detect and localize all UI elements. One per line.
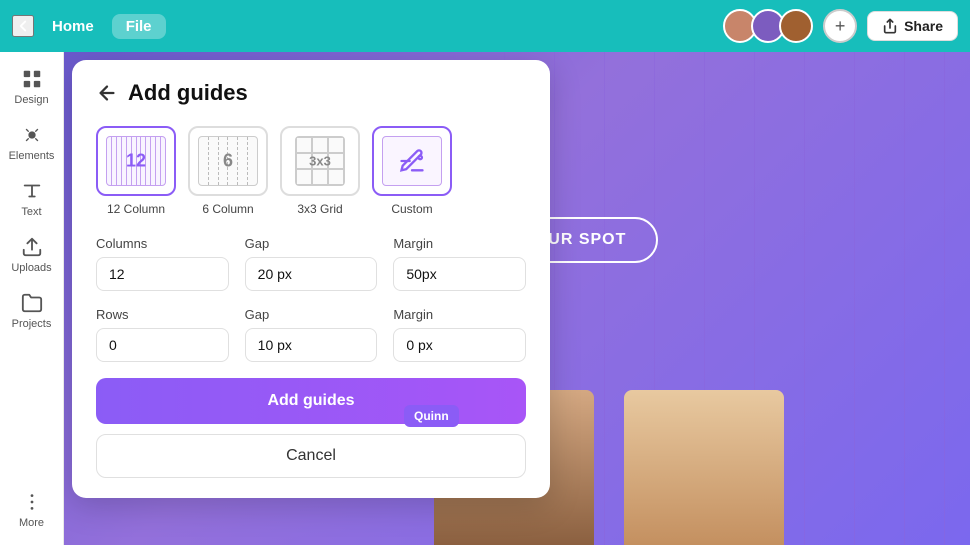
avatar-user-3 (779, 9, 813, 43)
topbar-right: + Share (723, 9, 958, 43)
rows-form-row: Rows Gap Margin (96, 307, 526, 362)
col12-num: 12 (126, 151, 146, 172)
col6-preview: 6 (198, 136, 258, 186)
dialog-header: Add guides (96, 80, 526, 106)
guide-type-12col[interactable]: 12 12 Column (96, 126, 176, 216)
share-button[interactable]: Share (867, 11, 958, 41)
main-area: Design Elements Text Uploads Projects Mo… (0, 52, 970, 545)
share-label: Share (904, 18, 943, 34)
columns-form-row: Columns Gap Margin (96, 236, 526, 291)
sidebar-item-elements[interactable]: Elements (4, 116, 60, 170)
guide-type-custom[interactable]: Custom (372, 126, 452, 216)
rows-gap-input[interactable] (245, 328, 378, 362)
canvas-area: our brand BOOK YOUR SPOT r Speakers Add … (64, 52, 970, 545)
share-icon (882, 18, 898, 34)
columns-gap-label: Gap (245, 236, 378, 251)
elements-icon (21, 124, 43, 146)
sidebar-item-more[interactable]: More (4, 483, 60, 537)
rows-gap-group: Gap (245, 307, 378, 362)
folder-icon (21, 292, 43, 314)
sidebar-projects-label: Projects (12, 318, 52, 330)
guide-type-6col-box: 6 (188, 126, 268, 196)
dialog-title: Add guides (128, 80, 248, 106)
guide-type-12col-label: 12 Column (107, 202, 165, 216)
sidebar-design-label: Design (14, 94, 48, 106)
columns-margin-group: Margin (393, 236, 526, 291)
upload-icon (21, 236, 43, 258)
sidebar-item-projects[interactable]: Projects (4, 284, 60, 338)
columns-margin-label: Margin (393, 236, 526, 251)
guide-type-3x3-box: 3x3 (280, 126, 360, 196)
col12-preview: 12 (106, 136, 166, 186)
more-icon (21, 491, 43, 513)
rows-margin-input[interactable] (393, 328, 526, 362)
topbar: Home File + Share (0, 0, 970, 52)
home-button[interactable]: Home (44, 14, 102, 39)
columns-gap-input[interactable] (245, 257, 378, 291)
guide-type-custom-box (372, 126, 452, 196)
custom-preview (382, 136, 442, 186)
guide-type-12col-box: 12 (96, 126, 176, 196)
guide-type-6col-label: 6 Column (202, 202, 253, 216)
guide-type-3x3[interactable]: 3x3 3x3 Grid (280, 126, 360, 216)
columns-input[interactable] (96, 257, 229, 291)
sidebar: Design Elements Text Uploads Projects Mo… (0, 52, 64, 545)
sidebar-text-label: Text (21, 206, 41, 218)
sidebar-more-label: More (19, 517, 44, 529)
columns-group: Columns (96, 236, 229, 291)
col6-num: 6 (223, 151, 233, 172)
guide-type-6col[interactable]: 6 6 Column (188, 126, 268, 216)
avatar-group (723, 9, 813, 43)
plus-icon: + (835, 16, 846, 37)
dialog-back-button[interactable] (96, 82, 118, 104)
cancel-button[interactable]: Cancel (96, 434, 526, 478)
back-icon (96, 82, 118, 104)
rows-margin-group: Margin (393, 307, 526, 362)
sidebar-item-design[interactable]: Design (4, 60, 60, 114)
add-user-button[interactable]: + (823, 9, 857, 43)
guide-type-custom-label: Custom (391, 202, 432, 216)
text-icon (21, 180, 43, 202)
rows-margin-label: Margin (393, 307, 526, 322)
grid-icon (21, 68, 43, 90)
sidebar-elements-label: Elements (9, 150, 55, 162)
back-button[interactable] (12, 15, 34, 37)
rows-label: Rows (96, 307, 229, 322)
rows-gap-label: Gap (245, 307, 378, 322)
columns-margin-input[interactable] (393, 257, 526, 291)
grid3-label: 3x3 (309, 154, 331, 169)
rows-input[interactable] (96, 328, 229, 362)
columns-label: Columns (96, 236, 229, 251)
sidebar-item-text[interactable]: Text (4, 172, 60, 226)
guide-type-3x3-label: 3x3 Grid (297, 202, 342, 216)
sidebar-uploads-label: Uploads (11, 262, 51, 274)
custom-settings-icon (398, 147, 426, 175)
guide-type-selector: 12 12 Column (96, 126, 526, 216)
columns-gap-group: Gap (245, 236, 378, 291)
add-guides-dialog: Add guides (72, 60, 550, 498)
sidebar-item-uploads[interactable]: Uploads (4, 228, 60, 282)
file-button[interactable]: File (112, 14, 166, 39)
dialog-overlay: Add guides (64, 52, 970, 545)
rows-group: Rows (96, 307, 229, 362)
add-guides-button[interactable]: Add guides (96, 378, 526, 424)
